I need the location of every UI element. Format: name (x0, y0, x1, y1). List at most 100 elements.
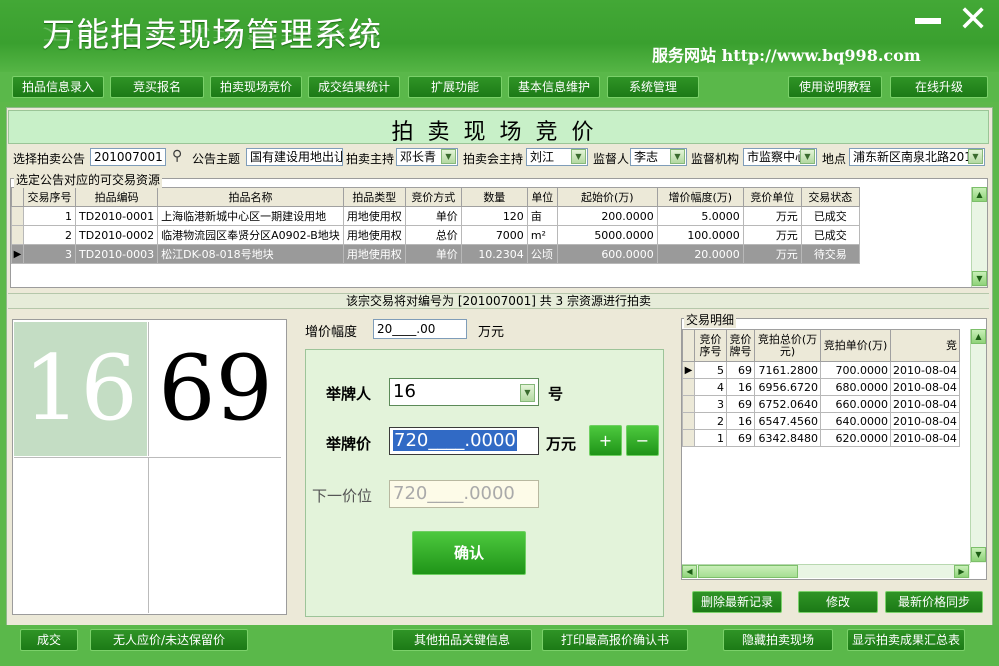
row-pointer-icon[interactable]: ▶ (11, 244, 24, 264)
paddle-cell-a: 16 (14, 322, 147, 456)
table-cell: 公顷 (526, 244, 558, 264)
table-row-selected[interactable]: ▶ 5 69 7161.2800 700.0000 2010-08-04 (682, 361, 960, 379)
chevron-down-icon[interactable]: ▼ (800, 149, 815, 164)
column-header[interactable]: 竞拍单价(万) (820, 329, 891, 362)
chevron-down-icon[interactable]: ▼ (520, 384, 535, 402)
column-header[interactable]: 竞价序号 (694, 329, 727, 362)
chevron-down-icon[interactable]: ▼ (441, 149, 456, 164)
detail-vertical-scrollbar[interactable]: ▲ ▼ (970, 329, 986, 563)
nav-extensions[interactable]: 扩展功能 (408, 76, 502, 98)
column-header[interactable]: 单位 (526, 187, 558, 207)
close-icon[interactable]: ✕ (958, 0, 988, 40)
table-cell: TD2010-0002 (74, 225, 159, 245)
scroll-right-icon[interactable]: ▶ (954, 565, 969, 578)
other-lots-info-button[interactable]: 其他拍品关键信息 (392, 629, 532, 651)
column-header[interactable]: 交易序号 (23, 187, 76, 207)
nav-system-admin[interactable]: 系统管理 (607, 76, 699, 98)
nav-tutorial[interactable]: 使用说明教程 (788, 76, 882, 98)
deal-button[interactable]: 成交 (20, 629, 78, 651)
nav-basic-info[interactable]: 基本信息维护 (508, 76, 600, 98)
table-row[interactable]: 2 16 6547.4560 640.0000 2010-08-04 (682, 412, 960, 430)
table-cell: 680.0000 (820, 378, 891, 396)
print-confirmation-button[interactable]: 打印最高报价确认书 (542, 629, 688, 651)
column-header[interactable]: 拍品名称 (157, 187, 344, 207)
sync-price-button[interactable]: 最新价格同步 (885, 591, 983, 613)
show-summary-button[interactable]: 显示拍卖成果汇总表 (847, 629, 965, 651)
place-select[interactable]: 浦东新区南泉北路201号 (849, 148, 985, 166)
table-row[interactable]: 2 TD2010-0002 临港物流园区奉贤分区A0902-B地块 用地使用权 … (11, 225, 860, 245)
minimize-icon[interactable] (915, 18, 941, 24)
row-pointer-icon[interactable]: ▶ (682, 361, 695, 379)
increment-input[interactable]: 20____.00 (373, 319, 467, 339)
app-title-reflection: 万能拍卖现场管理系统 (42, 25, 382, 43)
table-row[interactable]: 1 69 6342.8480 620.0000 2010-08-04 (682, 429, 960, 447)
table-cell: 6956.6720 (754, 378, 821, 396)
chevron-down-icon[interactable]: ▼ (670, 149, 685, 164)
row-indicator[interactable] (682, 378, 695, 396)
next-price-field: 720____.0000 (389, 480, 539, 508)
scroll-down-icon[interactable]: ▼ (971, 547, 986, 562)
announcement-input[interactable]: 201007001 (90, 148, 166, 166)
column-header[interactable]: 交易状态 (800, 187, 860, 207)
table-row[interactable]: 1 TD2010-0001 上海临港新城中心区一期建设用地 用地使用权 单价 1… (11, 206, 860, 226)
column-header[interactable]: 竞 (890, 329, 960, 362)
delete-latest-button[interactable]: 删除最新记录 (692, 591, 782, 613)
scroll-up-icon[interactable]: ▲ (972, 187, 987, 202)
table-cell: 7000 (460, 225, 528, 245)
table-cell: 69 (726, 395, 755, 413)
theme-input[interactable]: 国有建设用地出让 (246, 148, 343, 166)
column-header[interactable]: 竞拍总价(万元) (754, 329, 821, 362)
table-cell: 2010-08-04 (890, 361, 960, 379)
table-row[interactable]: 3 69 6752.0640 660.0000 2010-08-04 (682, 395, 960, 413)
scroll-thumb[interactable] (698, 565, 798, 578)
decrease-price-button[interactable]: − (626, 425, 659, 456)
table-row-selected[interactable]: ▶ 3 TD2010-0003 松江DK-08-018号地块 用地使用权 单价 … (11, 244, 860, 264)
table-cell: 5.0000 (656, 206, 744, 226)
row-indicator[interactable] (682, 412, 695, 430)
row-indicator[interactable] (682, 429, 695, 447)
theme-label: 公告主题 (192, 152, 241, 166)
scroll-left-icon[interactable]: ◀ (682, 565, 697, 578)
column-header[interactable]: 竞价方式 (404, 187, 462, 207)
row-indicator[interactable] (11, 206, 24, 226)
row-indicator-header (682, 329, 695, 362)
column-header[interactable]: 竞价牌号 (726, 329, 755, 362)
lots-vertical-scrollbar[interactable]: ▲ ▼ (971, 187, 987, 287)
bottom-toolbar: 成交 无人应价/未达保留价 其他拍品关键信息 打印最高报价确认书 隐藏拍卖现场 … (0, 625, 999, 666)
table-cell: 3 (694, 395, 727, 413)
row-indicator[interactable] (682, 395, 695, 413)
no-bid-button[interactable]: 无人应价/未达保留价 (90, 629, 248, 651)
column-header[interactable]: 拍品类型 (342, 187, 406, 207)
nav-lot-entry[interactable]: 拍品信息录入 (12, 76, 104, 98)
column-header[interactable]: 数量 (460, 187, 528, 207)
nav-registration[interactable]: 竞买报名 (110, 76, 204, 98)
detail-horizontal-scrollbar[interactable]: ◀ ▶ (682, 564, 970, 578)
confirm-button[interactable]: 确认 (412, 531, 526, 575)
increase-price-button[interactable]: + (589, 425, 622, 456)
nav-result-stats[interactable]: 成交结果统计 (308, 76, 400, 98)
table-cell: 用地使用权 (342, 225, 406, 245)
nav-online-upgrade[interactable]: 在线升级 (890, 76, 988, 98)
modify-button[interactable]: 修改 (798, 591, 878, 613)
scroll-down-icon[interactable]: ▼ (972, 271, 987, 286)
column-header[interactable]: 拍品编码 (74, 187, 159, 207)
table-cell: 700.0000 (820, 361, 891, 379)
paddle-cell-b: 69 (148, 322, 281, 456)
table-cell: 已成交 (800, 206, 860, 226)
table-row[interactable]: 4 16 6956.6720 680.0000 2010-08-04 (682, 378, 960, 396)
row-indicator[interactable] (11, 225, 24, 245)
bidder-select[interactable]: 16 (389, 378, 539, 406)
bidder-label: 举牌人 (326, 385, 372, 403)
host-label: 拍卖主持 (346, 152, 395, 166)
column-header[interactable]: 增价幅度(万) (656, 187, 744, 207)
hide-auction-button[interactable]: 隐藏拍卖现场 (723, 629, 833, 651)
price-input[interactable]: 720____.0000 (389, 427, 539, 455)
column-header[interactable]: 起始价(万) (556, 187, 658, 207)
table-cell: 6752.0640 (754, 395, 821, 413)
search-icon[interactable]: ⚲ (172, 148, 182, 164)
nav-live-bidding[interactable]: 拍卖现场竞价 (210, 76, 302, 98)
scroll-up-icon[interactable]: ▲ (971, 329, 986, 344)
chevron-down-icon[interactable]: ▼ (968, 149, 983, 164)
column-header[interactable]: 竞价单位 (742, 187, 802, 207)
chevron-down-icon[interactable]: ▼ (571, 149, 586, 164)
